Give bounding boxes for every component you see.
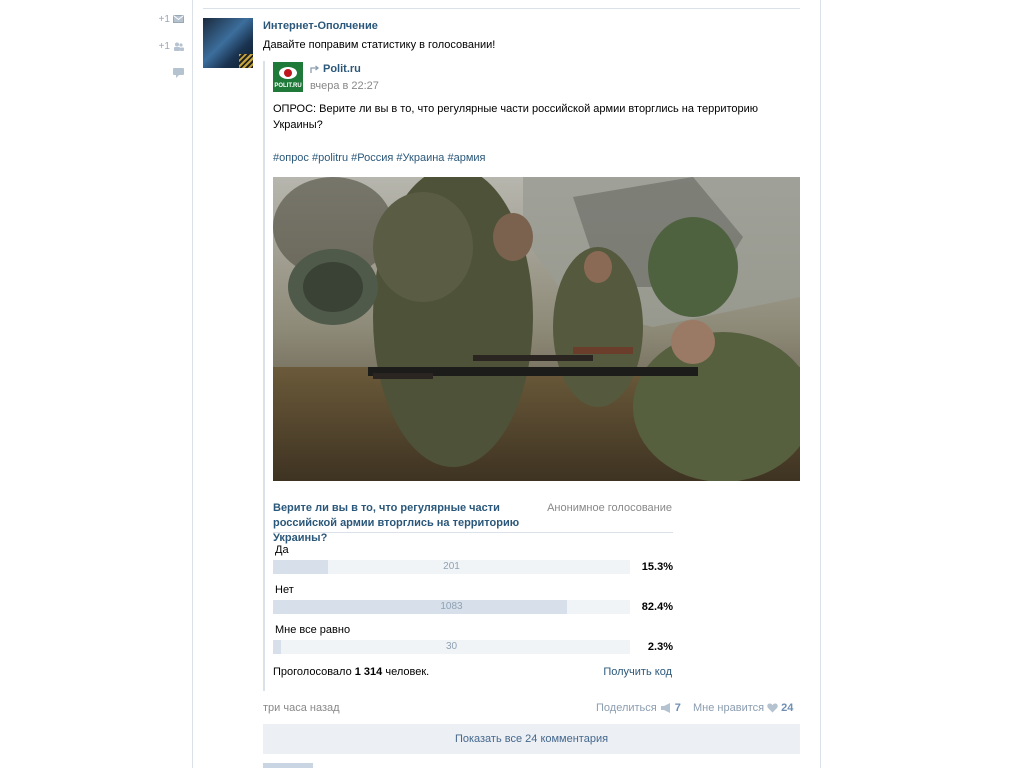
hashtags: #опрос #politru #Россия #Украина #армия <box>273 152 486 164</box>
poll-option-label: Да <box>275 544 289 556</box>
heart-icon <box>767 703 778 713</box>
source-logo-text: POLIT.RU <box>274 83 302 89</box>
poll-total-count: 1 314 <box>354 666 383 678</box>
share-button[interactable]: Поделиться 7 <box>596 702 681 714</box>
source-name-link[interactable]: Polit.ru <box>310 63 361 75</box>
poll-option-percent: 82.4% <box>641 601 673 613</box>
side-action-mail[interactable]: +1 <box>140 12 184 26</box>
source-name: Polit.ru <box>323 63 361 75</box>
post-author[interactable]: Интернет-Ополчение <box>263 20 378 32</box>
poll-option-votes: 30 <box>445 641 458 652</box>
post-time[interactable]: три часа назад <box>263 702 340 714</box>
hashtag-link[interactable]: #Россия <box>351 152 393 164</box>
author-avatar[interactable] <box>203 18 253 68</box>
side-action-comment[interactable] <box>140 66 184 80</box>
side-action-users[interactable]: +1 <box>140 39 184 53</box>
hashtag-link[interactable]: #politru <box>312 152 348 164</box>
post-photo[interactable] <box>273 177 800 481</box>
poll-type-label: Анонимное голосование <box>547 502 672 514</box>
poll-divider <box>273 532 673 533</box>
poll-total: Проголосовало 1 314 человек. <box>273 666 429 678</box>
repost-border <box>263 61 265 691</box>
eye-pupil <box>284 69 292 77</box>
like-count: 24 <box>781 702 794 714</box>
post-text: Давайте поправим статистику в голосовани… <box>263 39 496 51</box>
get-code-link[interactable]: Получить код <box>520 666 672 678</box>
like-label: Мне нравится <box>693 702 765 714</box>
repost-arrow-icon <box>310 64 320 73</box>
poll-option-bar: 30 <box>273 640 630 654</box>
mail-icon <box>173 15 184 23</box>
side-actions: +1 +1 <box>140 12 184 93</box>
poll-option-votes: 1083 <box>440 601 463 612</box>
share-count: 7 <box>674 702 681 714</box>
share-label: Поделиться <box>596 702 657 714</box>
side-action-count: +1 <box>158 13 170 25</box>
like-button[interactable]: Мне нравится 24 <box>693 702 793 714</box>
poll-option-bar: 201 <box>273 560 630 574</box>
source-logo[interactable]: POLIT.RU <box>273 62 303 92</box>
poll-option-votes: 201 <box>443 561 460 572</box>
post-separator <box>203 8 800 9</box>
poll-option-bar: 1083 <box>273 600 630 614</box>
next-avatar[interactable] <box>263 763 313 768</box>
right-column-border <box>820 0 821 768</box>
side-action-count: +1 <box>158 40 170 52</box>
poll-question: Верите ли вы в то, что регулярные части … <box>273 502 520 544</box>
megaphone-icon <box>660 703 670 713</box>
users-icon <box>174 42 184 51</box>
repost-text: ОПРОС: Верите ли вы в то, что регулярные… <box>273 103 759 131</box>
left-column-border <box>192 0 193 768</box>
poll-total-prefix: Проголосовало <box>273 666 352 678</box>
repost-time[interactable]: вчера в 22:27 <box>310 80 379 92</box>
hashtag-link[interactable]: #Украина <box>396 152 444 164</box>
comment-icon <box>173 68 184 78</box>
poll-option-label: Нет <box>275 584 294 596</box>
show-comments-button[interactable]: Показать все 24 комментария <box>263 724 800 754</box>
poll-total-suffix: человек. <box>385 666 430 678</box>
poll-option-label: Мне все равно <box>275 624 351 636</box>
hashtag-link[interactable]: #армия <box>447 152 485 164</box>
hashtag-link[interactable]: #опрос <box>273 152 309 164</box>
poll-option-percent: 15.3% <box>641 561 673 573</box>
poll-option-percent: 2.3% <box>647 641 673 653</box>
